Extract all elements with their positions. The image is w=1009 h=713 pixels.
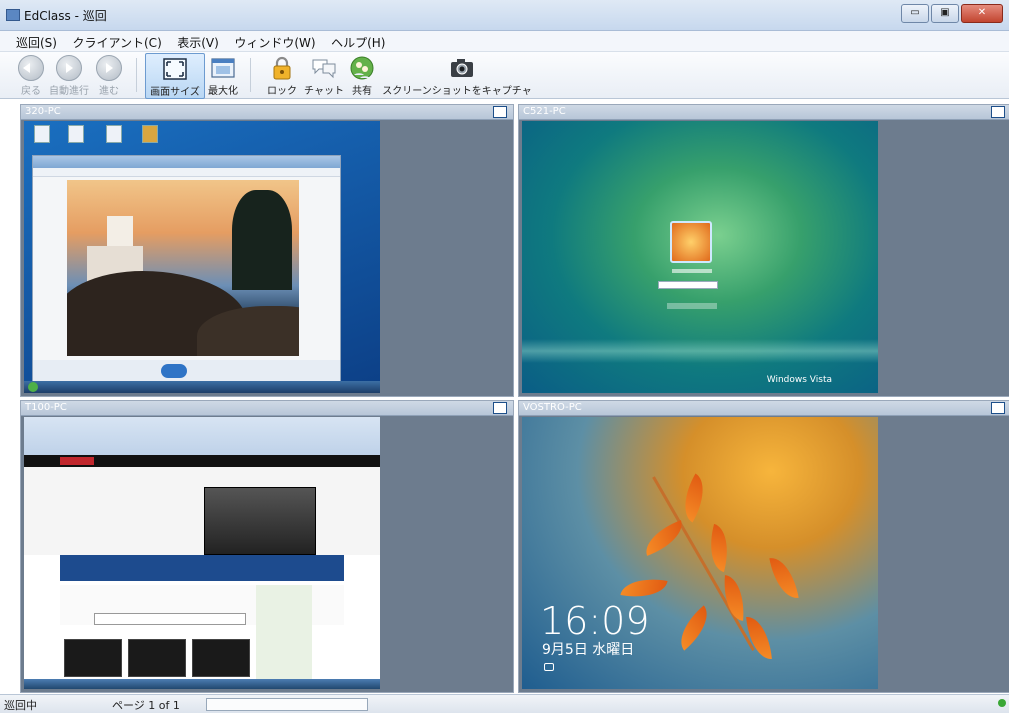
page-indicator: ページ 1 of 1 [112, 699, 180, 712]
toolbar-separator [136, 58, 137, 92]
client-screen[interactable] [24, 417, 380, 689]
fit-screen-label: 画面サイズ [150, 87, 200, 98]
maximize-view-icon [211, 58, 235, 78]
menu-help[interactable]: ヘルプ(H) [325, 31, 391, 54]
auto-advance-label: 自動進行 [49, 86, 89, 97]
connection-status-icon [998, 699, 1006, 707]
panel-restore-icon[interactable] [991, 402, 1005, 414]
panel-header: 320-PC [21, 105, 513, 120]
toolbar: 戻る 自動進行 進む 画面サイズ 最大化 ロック チャット 共有 スクリーンショ… [0, 52, 1009, 99]
forward-label: 進む [99, 86, 119, 97]
password-field [658, 281, 718, 289]
share-icon [350, 56, 374, 80]
chat-label: チャット [304, 86, 344, 97]
play-icon [56, 55, 82, 81]
auto-advance-button[interactable]: 自動進行 [46, 53, 92, 97]
share-label: 共有 [352, 86, 372, 97]
lock-label: ロック [267, 86, 297, 97]
product-thumbnail [128, 639, 186, 677]
menu-view[interactable]: 表示(V) [171, 31, 225, 54]
panel-name: 320-PC [25, 106, 61, 117]
client-panel[interactable]: C521-PC Windows Vista [518, 104, 1009, 397]
maximize-view-button[interactable]: 最大化 [206, 53, 240, 97]
menu-bar: 巡回(S) クライアント(C) 表示(V) ウィンドウ(W) ヘルプ(H) [0, 31, 1009, 52]
menu-patrol[interactable]: 巡回(S) [10, 31, 63, 54]
browser-toolbar [24, 417, 380, 455]
lock-screen-time: 16:09 [540, 599, 650, 643]
lock-screen-date: 9月5日 水曜日 [542, 642, 635, 658]
close-button[interactable]: ✕ [961, 4, 1003, 23]
lighthouse-photo [67, 180, 299, 356]
client-screen[interactable]: Windows Vista [522, 121, 878, 393]
panel-header: C521-PC [519, 105, 1009, 120]
status-text: 巡回中 [4, 699, 37, 712]
document-icon [68, 125, 84, 143]
panel-header: VOSTRO-PC [519, 401, 1009, 416]
client-screen[interactable]: 16:09 9月5日 水曜日 [522, 417, 878, 689]
document-icon [106, 125, 122, 143]
back-label: 戻る [21, 86, 41, 97]
window-title: EdClass - 巡回 [24, 9, 107, 23]
client-panel[interactable]: T100-PC [20, 400, 514, 693]
taskbar [24, 381, 380, 393]
menu-window[interactable]: ウィンドウ(W) [228, 31, 321, 54]
site-logo [60, 457, 94, 465]
panel-name: VOSTRO-PC [523, 402, 582, 413]
chat-icon [312, 59, 336, 79]
progress-bar [206, 698, 368, 711]
site-search-box [94, 613, 246, 625]
window-controls: ▭ ▣ ✕ [901, 4, 1003, 23]
app-icon [6, 9, 20, 21]
panel-restore-icon[interactable] [991, 106, 1005, 118]
user-picture-icon [670, 221, 712, 263]
back-button[interactable]: 戻る [16, 53, 46, 97]
share-button[interactable]: 共有 [348, 53, 376, 97]
fit-screen-button[interactable]: 画面サイズ [145, 53, 205, 99]
panel-restore-icon[interactable] [493, 402, 507, 414]
maximize-view-label: 最大化 [208, 86, 238, 97]
vista-brand: Windows Vista [766, 375, 832, 385]
minimize-button[interactable]: ▭ [901, 4, 929, 23]
recycle-bin-icon [34, 125, 50, 143]
site-hero [24, 467, 380, 555]
panel-header: T100-PC [21, 401, 513, 416]
client-panel[interactable]: VOSTRO-PC 16:09 9月5日 水曜日 [518, 400, 1009, 693]
product-thumbnail [64, 639, 122, 677]
forward-arrow-icon [96, 55, 122, 81]
panel-name: T100-PC [25, 402, 67, 413]
fit-screen-icon [163, 58, 187, 80]
client-screen[interactable] [24, 121, 380, 393]
taskbar [24, 679, 380, 689]
screenshot-label: スクリーンショットをキャプチャ [382, 86, 532, 97]
status-bar: 巡回中 ページ 1 of 1 [0, 694, 1009, 713]
start-button-icon [28, 382, 38, 392]
product-thumbnail [192, 639, 250, 677]
lock-icon [273, 56, 291, 80]
chat-button[interactable]: チャット [302, 53, 346, 97]
panel-name: C521-PC [523, 106, 566, 117]
client-panel[interactable]: 320-PC [20, 104, 514, 397]
lock-button[interactable]: ロック [264, 53, 300, 97]
network-icon [544, 663, 554, 671]
panel-restore-icon[interactable] [493, 106, 507, 118]
maximize-button[interactable]: ▣ [931, 4, 959, 23]
photo-viewer-window [32, 155, 341, 383]
title-bar: EdClass - 巡回 ▭ ▣ ✕ [0, 0, 1009, 31]
forward-button[interactable]: 進む [94, 53, 124, 97]
screenshot-button[interactable]: スクリーンショットをキャプチャ [382, 53, 532, 97]
image-file-icon [142, 125, 158, 143]
menu-client[interactable]: クライアント(C) [66, 31, 167, 54]
product-image [204, 487, 316, 555]
camera-icon [451, 59, 473, 77]
back-arrow-icon [18, 55, 44, 81]
toolbar-separator [250, 58, 251, 92]
